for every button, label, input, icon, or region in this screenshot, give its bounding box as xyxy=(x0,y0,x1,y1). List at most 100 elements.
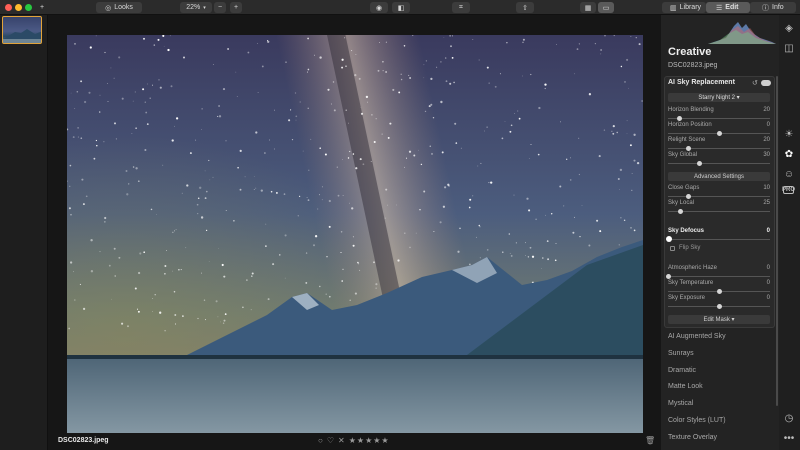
slider-label: Sky Global xyxy=(668,152,698,158)
zoom-out-button[interactable]: − xyxy=(214,2,226,13)
slider-track[interactable] xyxy=(668,163,770,164)
slider-value: 0 xyxy=(766,265,770,271)
compare-icon: ◧ xyxy=(397,4,405,12)
slider-track[interactable] xyxy=(668,211,770,212)
looks-button[interactable]: ◎ Looks xyxy=(96,2,142,13)
slider-knob[interactable] xyxy=(717,304,722,309)
slider-label: Close Gaps xyxy=(668,185,700,191)
sky-defocus-label: Sky Defocus xyxy=(668,228,705,234)
flip-sky-label: Flip Sky xyxy=(679,245,701,251)
slider-label: Relight Scene xyxy=(668,137,706,143)
single-view-icon: ▭ xyxy=(602,4,610,12)
preview-eye-button[interactable]: ◉ xyxy=(370,2,388,13)
slider-track[interactable] xyxy=(668,148,770,149)
rating-bar: ○ ♡ ✕ ★★★★★ xyxy=(318,436,390,445)
flag-icon[interactable]: ○ xyxy=(318,436,323,445)
share-icon: ⇧ xyxy=(522,4,528,12)
essentials-sun-icon[interactable]: ☀ xyxy=(783,128,795,140)
zoom-select[interactable]: 22% ▾ xyxy=(180,2,212,13)
compare-button[interactable]: ◧ xyxy=(392,2,410,13)
edit-mask-button[interactable]: Edit Mask ▾ xyxy=(668,315,770,324)
add-icon[interactable]: + xyxy=(40,2,44,13)
crop-icon: ⌗ xyxy=(459,3,463,11)
photo-thumbnail[interactable] xyxy=(2,16,42,44)
slider-value: 30 xyxy=(763,152,770,158)
tool-list-item[interactable]: Dramatic xyxy=(668,367,696,374)
flip-sky-checkbox[interactable] xyxy=(670,246,675,251)
portrait-face-icon[interactable]: ☺ xyxy=(783,168,795,180)
heart-icon[interactable]: ♡ xyxy=(327,436,334,445)
slider-knob[interactable] xyxy=(717,289,722,294)
main-photo[interactable] xyxy=(67,35,643,433)
panel-scrollbar[interactable] xyxy=(776,76,778,406)
slider-label: Sky Local xyxy=(668,200,695,206)
sky-preset-select[interactable]: Starry Night 2 ▾ xyxy=(668,93,770,102)
sky-defocus-value: 0 xyxy=(766,228,770,234)
tool-list-item[interactable]: Matte Look xyxy=(668,383,703,390)
tool-toggle[interactable] xyxy=(761,80,771,86)
slider-value: 10 xyxy=(763,185,770,191)
slider-label: Sky Exposure xyxy=(668,295,706,301)
history-clock-icon[interactable]: ◷ xyxy=(783,412,795,424)
tool-list-item[interactable]: Texture Overlay xyxy=(668,434,717,441)
star-rating[interactable]: ★★★★★ xyxy=(349,436,390,445)
filmstrip xyxy=(0,15,48,450)
slider-track[interactable] xyxy=(668,276,770,277)
tool-rail xyxy=(779,15,800,450)
info-icon: ⓘ xyxy=(762,4,769,12)
top-toolbar: + ◎ Looks 22% ▾ − + ◉ ◧ ⌗ ⇧ ▦ ▭ ▥ Library… xyxy=(0,0,800,15)
eye-icon: ◉ xyxy=(375,4,383,12)
library-tab-label: ▥ Library xyxy=(670,4,702,12)
zoom-out-icon: − xyxy=(217,4,223,11)
info-tab-label: ⓘ Info xyxy=(762,4,784,12)
slider-knob[interactable] xyxy=(696,161,702,166)
chevron-down-icon: ▾ xyxy=(203,4,206,11)
looks-icon: ◎ xyxy=(105,4,112,12)
advanced-settings-button[interactable]: Advanced Settings xyxy=(668,172,770,181)
library-icon: ▥ xyxy=(670,4,677,12)
slider-label: Horizon Blending xyxy=(668,107,714,113)
panel-filename: DSC02823.jpeg xyxy=(668,62,718,69)
slider-value: 20 xyxy=(763,107,770,113)
sky-defocus-track[interactable] xyxy=(668,239,770,240)
histogram xyxy=(708,22,776,44)
image-filename: DSC02823.jpeg xyxy=(58,437,109,444)
tool-list-item[interactable]: Mystical xyxy=(668,400,693,407)
slider-knob[interactable] xyxy=(717,131,722,136)
slider-track[interactable] xyxy=(668,118,770,119)
tool-list-item[interactable]: Color Styles (LUT) xyxy=(668,417,726,424)
zoom-value: 22% xyxy=(186,4,201,11)
slider-knob[interactable] xyxy=(666,274,671,279)
reset-icon[interactable]: ↺ xyxy=(752,79,758,87)
tool-title: AI Sky Replacement xyxy=(668,79,735,86)
sky-defocus-knob[interactable] xyxy=(666,236,672,242)
tool-list-item[interactable]: Sunrays xyxy=(668,350,694,357)
creative-palette-icon[interactable]: ✿ xyxy=(783,148,795,160)
slider-value: 0 xyxy=(766,280,770,286)
minimize-window-button[interactable] xyxy=(15,4,22,11)
slider-value: 25 xyxy=(763,200,770,206)
layers-icon[interactable]: ◈ xyxy=(783,22,795,34)
slider-track[interactable] xyxy=(668,196,770,197)
more-icon[interactable]: ••• xyxy=(783,432,795,444)
pro-icon[interactable]: PRO xyxy=(782,186,795,194)
edit-tab-label: ☰ Edit xyxy=(716,4,739,12)
grid-view-button[interactable]: ▦ xyxy=(580,2,596,13)
slider-value: 0 xyxy=(766,295,770,301)
reject-icon[interactable]: ✕ xyxy=(338,436,345,445)
image-canvas xyxy=(48,15,661,450)
sliders-icon: ☰ xyxy=(716,4,723,12)
compare-panels-icon[interactable]: ◫ xyxy=(783,42,795,54)
tool-list-item[interactable]: AI Augmented Sky xyxy=(668,333,726,340)
zoom-in-button[interactable]: + xyxy=(230,2,242,13)
looks-label: Looks xyxy=(114,4,133,11)
share-button[interactable]: ⇧ xyxy=(516,2,534,13)
single-view-button[interactable]: ▭ xyxy=(598,2,614,13)
slider-label: Horizon Position xyxy=(668,122,712,128)
slider-label: Sky Temperature xyxy=(668,280,714,286)
crop-button[interactable]: ⌗ xyxy=(452,2,470,13)
zoom-window-button[interactable] xyxy=(25,4,32,11)
close-window-button[interactable] xyxy=(5,4,12,11)
slider-value: 0 xyxy=(766,122,770,128)
trash-icon[interactable]: 🗑 xyxy=(645,436,655,445)
